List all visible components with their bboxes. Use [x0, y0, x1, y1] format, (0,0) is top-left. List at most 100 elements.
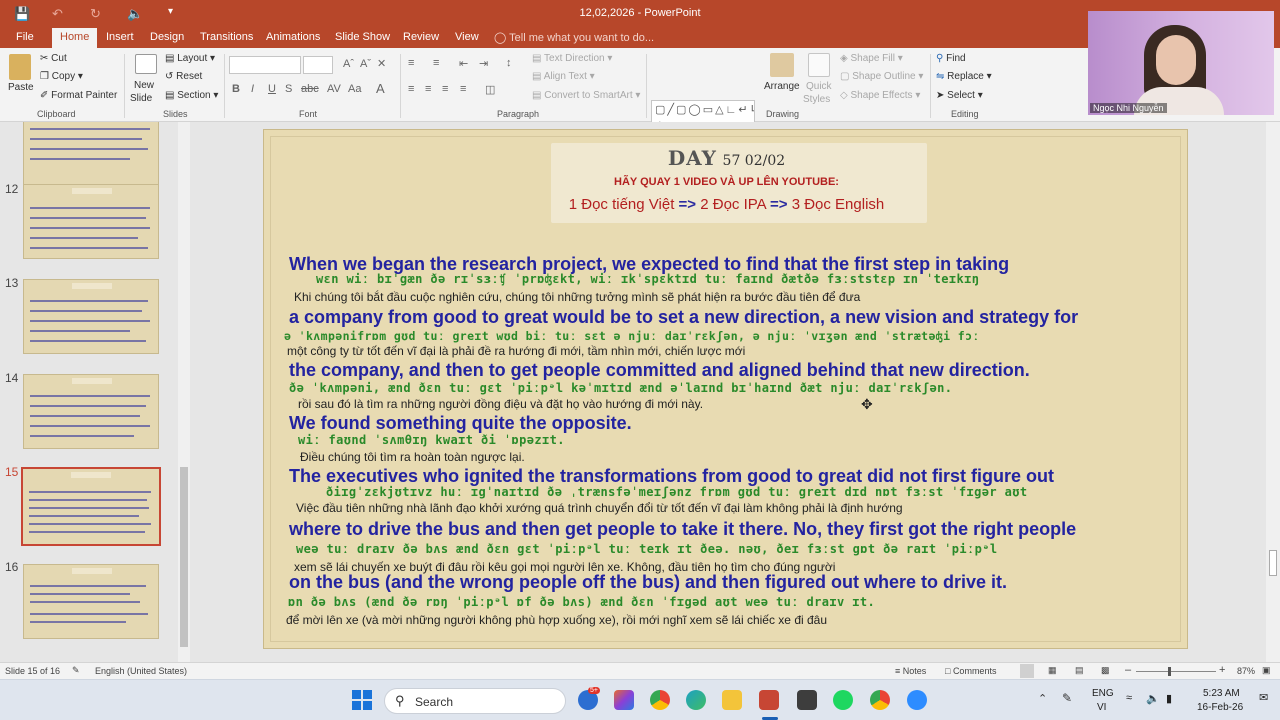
section-button[interactable]: ▤ Section ▾	[165, 90, 218, 101]
underline-icon[interactable]: U	[268, 83, 276, 95]
bullets-icon[interactable]: ≡	[408, 57, 414, 69]
normal-view-icon[interactable]	[1020, 664, 1034, 678]
editor-scrollbar[interactable]	[1266, 122, 1280, 662]
scroll-thumb[interactable]	[180, 467, 188, 647]
tab-insert[interactable]: Insert	[106, 31, 134, 43]
tab-design[interactable]: Design	[150, 31, 184, 43]
powerpoint-icon[interactable]	[759, 690, 779, 710]
battery-icon[interactable]: ▮	[1166, 692, 1172, 705]
clock-time[interactable]: 5:23 AM	[1203, 688, 1240, 699]
zoom-level[interactable]: 87%	[1237, 666, 1255, 676]
paste-icon[interactable]	[9, 54, 31, 80]
slide-thumbnail-14[interactable]	[23, 374, 159, 449]
quick-styles-label-1[interactable]: Quick	[806, 81, 832, 92]
tab-review[interactable]: Review	[403, 31, 439, 43]
replace-button[interactable]: ⇋ Replace ▾	[936, 71, 992, 82]
find-button[interactable]: ⚲ Find	[936, 53, 966, 64]
zoom-slider[interactable]	[1136, 671, 1216, 672]
increase-font-icon[interactable]: Aˆ	[343, 58, 354, 70]
tab-file[interactable]: File	[16, 31, 34, 43]
quick-styles-label-2[interactable]: Styles	[803, 94, 830, 105]
windows-start-icon[interactable]	[352, 690, 372, 710]
pen-icon[interactable]: ✎	[1062, 691, 1072, 705]
fit-slide-icon[interactable]: ▣	[1262, 665, 1271, 676]
decrease-indent-icon[interactable]: ⇤	[459, 57, 468, 70]
zoom-in-icon[interactable]: +	[1219, 664, 1225, 676]
reading-view-icon[interactable]: ▤	[1075, 665, 1084, 676]
wifi-icon[interactable]: ≈	[1126, 692, 1132, 704]
tab-home[interactable]: Home	[52, 28, 98, 48]
spotify-icon[interactable]	[833, 690, 853, 710]
decrease-font-icon[interactable]: Aˇ	[360, 58, 371, 70]
paste-button[interactable]: Paste	[8, 82, 34, 93]
zoom-slider-thumb[interactable]	[1168, 667, 1171, 676]
numbering-icon[interactable]: ≡	[433, 57, 439, 69]
font-size-combo[interactable]	[303, 56, 333, 74]
language-indicator[interactable]: English (United States)	[95, 666, 187, 676]
input-language-1[interactable]: ENG	[1092, 688, 1114, 699]
zoom-app-icon[interactable]	[907, 690, 927, 710]
copilot-icon[interactable]	[614, 690, 634, 710]
chrome-profile-icon[interactable]	[870, 690, 890, 710]
align-left-icon[interactable]: ≡	[408, 83, 414, 95]
align-right-icon[interactable]: ≡	[442, 83, 448, 95]
strikethrough-icon[interactable]: abc	[301, 83, 319, 95]
clear-formatting-icon[interactable]: ✕	[377, 57, 386, 70]
format-painter-button[interactable]: ✐ Format Painter	[40, 90, 117, 101]
layout-button[interactable]: ▤ Layout ▾	[165, 53, 215, 64]
tab-view[interactable]: View	[455, 31, 479, 43]
bold-icon[interactable]: B	[232, 83, 240, 95]
slide[interactable]: DAY 57 02/02 HÃY QUAY 1 VIDEO VÀ UP LÊN …	[263, 129, 1188, 649]
columns-icon[interactable]: ◫	[485, 83, 495, 96]
slide-thumbnail-15[interactable]	[21, 467, 161, 546]
align-center-icon[interactable]: ≡	[425, 83, 431, 95]
tab-slide-show[interactable]: Slide Show	[335, 31, 390, 43]
new-slide-label-1[interactable]: New	[134, 80, 154, 91]
select-button[interactable]: ➤ Select ▾	[936, 90, 983, 101]
chrome-icon[interactable]	[650, 690, 670, 710]
slide-thumbnail-13[interactable]	[23, 279, 159, 354]
snipping-tool-icon[interactable]	[797, 690, 817, 710]
shape-effects-button[interactable]: ◇ Shape Effects ▾	[840, 90, 920, 101]
reset-button[interactable]: ↺ Reset	[165, 71, 202, 82]
file-explorer-icon[interactable]	[722, 690, 742, 710]
scroll-thumb[interactable]	[1269, 550, 1277, 576]
thumbnails-scrollbar[interactable]	[178, 122, 190, 662]
zoom-out-icon[interactable]: –	[1125, 664, 1131, 676]
text-direction-button[interactable]: ▤ Text Direction ▾	[532, 53, 612, 64]
chevron-up-icon[interactable]: ⌃	[1038, 692, 1047, 705]
slide-sorter-icon[interactable]: ▦	[1048, 665, 1057, 676]
notes-button[interactable]: ≡ Notes	[895, 666, 926, 676]
slideshow-icon[interactable]: ▩	[1101, 665, 1110, 676]
font-color-icon[interactable]: A	[376, 81, 385, 96]
spellcheck-icon[interactable]: ✎	[72, 665, 80, 676]
increase-indent-icon[interactable]: ⇥	[479, 57, 488, 70]
slide-thumbnail-12[interactable]	[23, 184, 159, 259]
font-name-combo[interactable]	[229, 56, 301, 74]
convert-smartart-button[interactable]: ▤ Convert to SmartArt ▾	[532, 90, 640, 101]
tell-me-box[interactable]: ◯ Tell me what you want to do...	[494, 31, 654, 44]
volume-icon[interactable]: 🔈	[1146, 692, 1160, 705]
shadow-icon[interactable]: S	[285, 83, 292, 95]
new-slide-label-2[interactable]: Slide	[130, 93, 152, 104]
tab-animations[interactable]: Animations	[266, 31, 320, 43]
copy-button[interactable]: ❐ Copy ▾	[40, 71, 83, 82]
cut-button[interactable]: ✂ Cut	[40, 53, 67, 64]
line-spacing-icon[interactable]: ↕	[506, 57, 512, 69]
quick-styles-icon[interactable]	[808, 53, 830, 77]
comments-button[interactable]: □ Comments	[945, 666, 996, 676]
arrange-icon[interactable]	[770, 53, 794, 77]
notification-bell-icon[interactable]: ✉	[1259, 691, 1268, 704]
italic-icon[interactable]: I	[251, 83, 254, 95]
new-slide-icon[interactable]	[135, 54, 157, 74]
change-case-icon[interactable]: Aa	[348, 83, 361, 95]
edge-icon[interactable]	[686, 690, 706, 710]
slide-thumbnail-16[interactable]	[23, 564, 159, 639]
taskbar-search[interactable]: ⚲ Search	[384, 688, 566, 714]
align-text-button[interactable]: ▤ Align Text ▾	[532, 71, 595, 82]
shape-outline-button[interactable]: ▢ Shape Outline ▾	[840, 71, 923, 82]
justify-icon[interactable]: ≡	[460, 83, 466, 95]
char-spacing-icon[interactable]: AV	[327, 83, 341, 95]
shape-fill-button[interactable]: ◈ Shape Fill ▾	[840, 53, 903, 64]
tab-transitions[interactable]: Transitions	[200, 31, 253, 43]
